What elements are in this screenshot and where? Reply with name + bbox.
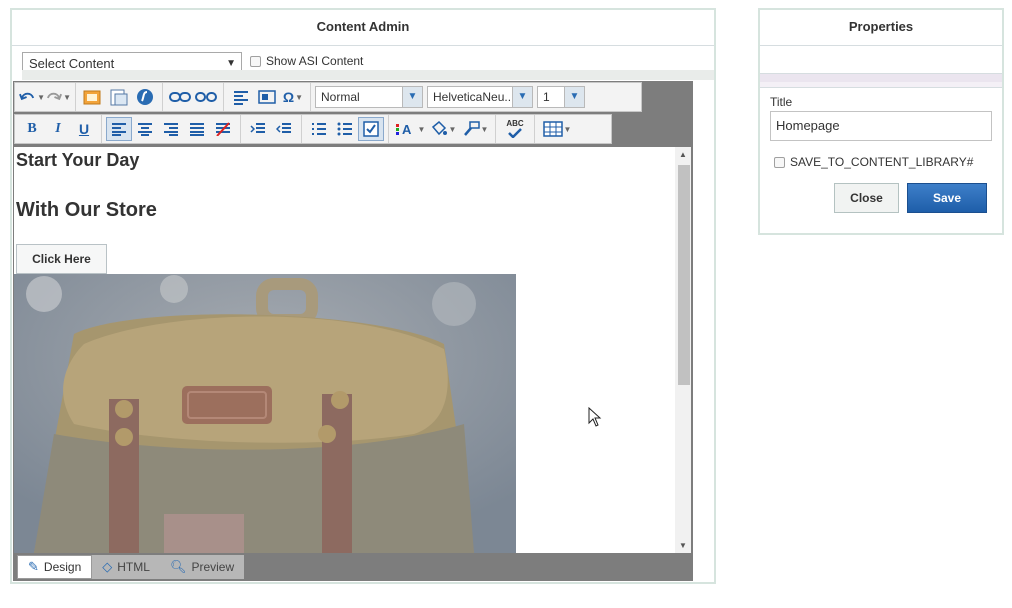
save-button[interactable]: Save [907,183,987,213]
align-right-icon[interactable] [158,117,184,141]
backpack-image [14,274,516,553]
toolbar-group-history: ▼ ▼ [15,83,76,111]
tab-html-label: HTML [117,560,150,574]
code-icon: ◇ [102,559,113,574]
content-admin-panel: Content Admin Select Content ▼ Show ASI … [10,8,716,584]
toolbar-group-managers [76,83,163,111]
chevron-down-icon: ▼ [512,87,532,107]
click-here-button[interactable]: Click Here [16,244,107,274]
insert-template-icon[interactable] [254,85,280,109]
mouse-cursor-icon [588,406,602,430]
toggle-borders-icon[interactable] [358,117,384,141]
unlink-icon[interactable] [193,85,219,109]
font-size-select[interactable]: 1 ▼ [537,86,585,108]
tab-design[interactable]: ✎ Design [17,555,93,579]
tab-html[interactable]: ◇ HTML [92,555,160,579]
format-select[interactable]: Normal ▼ [315,86,423,108]
toolbar-group-insert: Ω ▼ [224,83,311,111]
close-button[interactable]: Close [834,183,899,213]
document-manager-icon[interactable] [106,85,132,109]
editor-content-area[interactable]: Start Your Day With Our Store Click Here [14,147,691,553]
rich-text-editor: ▼ ▼ Ω ▼ Normal ▼ HelveticaNeu... ▼ 1 ▼ B… [13,81,693,581]
table-icon[interactable]: ▼ [539,117,575,141]
flash-manager-icon[interactable] [132,85,158,109]
divider-strip [22,70,714,80]
save-to-library-checkbox-wrap[interactable]: SAVE_TO_CONTENT_LIBRARY# [774,155,973,169]
scroll-down-icon[interactable]: ▼ [679,541,687,550]
paragraph-align-icon[interactable] [228,85,254,109]
toolbar-group-alignment [102,115,241,143]
scroll-up-icon[interactable]: ▲ [679,150,687,159]
undo-icon[interactable]: ▼ [19,85,45,109]
show-asi-label: Show ASI Content [266,54,364,68]
content-heading-2: With Our Store [16,199,157,221]
show-asi-checkbox-wrap[interactable]: Show ASI Content [250,54,363,68]
title-field[interactable]: Homepage [770,111,992,141]
svg-text:A: A [402,122,412,137]
show-asi-checkbox[interactable] [250,55,261,67]
format-painter-icon[interactable]: ▼ [459,117,491,141]
background-color-icon[interactable]: ▼ [427,117,459,141]
title-field-label: Title [770,95,793,109]
save-to-library-label: SAVE_TO_CONTENT_LIBRARY# [790,155,974,169]
toolbar-group-text-style: B I U [15,115,102,143]
pencil-icon: ✎ [28,559,39,574]
scroll-thumb[interactable] [678,165,690,385]
justify-icon[interactable] [184,117,210,141]
save-to-library-checkbox[interactable] [774,156,785,168]
image-manager-icon[interactable] [80,85,106,109]
align-left-icon[interactable] [106,117,132,141]
toolbar-group-indent [241,115,302,143]
toolbar-row-1: ▼ ▼ Ω ▼ Normal ▼ HelveticaNeu... ▼ 1 ▼ [14,82,642,112]
toolbar-group-selects: Normal ▼ HelveticaNeu... ▼ 1 ▼ [311,83,593,111]
redo-icon[interactable]: ▼ [45,85,71,109]
content-heading-1: Start Your Day [16,150,140,170]
toolbar-group-lists [302,115,389,143]
chevron-down-icon: ▼ [564,87,584,107]
properties-panel: Properties Title Homepage SAVE_TO_CONTEN… [758,8,1004,235]
bold-button[interactable]: B [19,117,45,141]
format-select-value: Normal [321,90,360,104]
font-size-select-value: 1 [543,90,550,104]
outdent-icon[interactable] [271,117,297,141]
link-icon[interactable] [167,85,193,109]
content-admin-title: Content Admin [12,10,714,46]
chevron-down-icon: ▼ [402,87,422,107]
omega-label: Ω [282,89,295,105]
spellcheck-label: ABC [506,119,524,128]
editor-scrollbar[interactable]: ▲ ▼ [675,147,691,553]
properties-divider-2 [760,82,1002,88]
editor-mode-bar: ✎ Design ◇ HTML 🔍︎ Preview [14,553,691,581]
font-color-icon[interactable]: A ▼ [393,117,427,141]
toolbar-row-2: B I U A ▼ ▼ ▼ ABC ▼ [14,114,612,144]
tab-preview[interactable]: 🔍︎ Preview [160,555,244,579]
numbered-list-icon[interactable] [306,117,332,141]
font-select[interactable]: HelveticaNeu... ▼ [427,86,533,108]
magnifier-icon: 🔍︎ [169,559,187,574]
select-content-value: Select Content [29,56,115,71]
toolbar-group-colors: A ▼ ▼ ▼ [389,115,496,143]
editor-mode-tabs: ✎ Design ◇ HTML 🔍︎ Preview [17,555,245,579]
underline-button[interactable]: U [71,117,97,141]
indent-icon[interactable] [245,117,271,141]
bullet-list-icon[interactable] [332,117,358,141]
align-center-icon[interactable] [132,117,158,141]
spellcheck-icon[interactable]: ABC [500,117,530,141]
special-character-icon[interactable]: Ω ▼ [280,85,306,109]
properties-empty-row [760,46,1002,74]
tab-preview-label: Preview [191,560,235,574]
properties-divider [760,74,1002,82]
toolbar-group-table: ▼ [535,115,579,143]
remove-alignment-icon[interactable] [210,117,236,141]
tab-design-label: Design [43,560,82,574]
font-select-value: HelveticaNeu... [433,90,515,104]
italic-button[interactable]: I [45,117,71,141]
toolbar-group-links [163,83,224,111]
properties-title: Properties [760,10,1002,46]
toolbar-group-spell: ABC [496,115,535,143]
